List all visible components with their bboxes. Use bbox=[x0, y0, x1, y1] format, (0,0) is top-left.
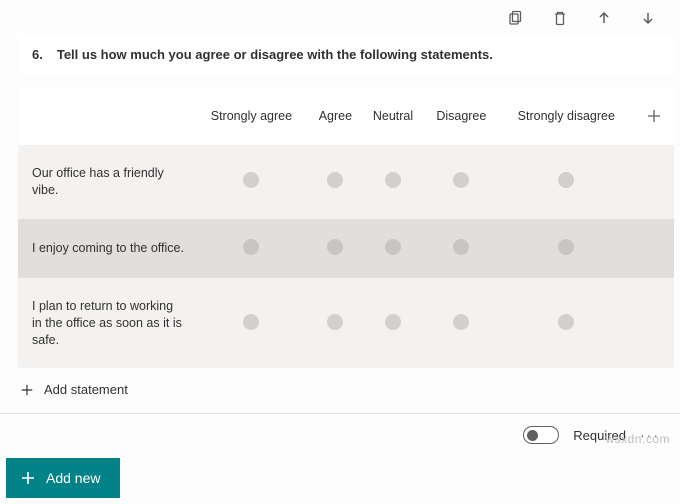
likert-radio[interactable] bbox=[385, 314, 401, 330]
likert-radio[interactable] bbox=[453, 239, 469, 255]
likert-radio[interactable] bbox=[453, 314, 469, 330]
watermark: wsxdn.com bbox=[605, 432, 670, 446]
required-toggle[interactable] bbox=[523, 426, 559, 444]
plus-icon bbox=[20, 470, 36, 486]
likert-col-header[interactable]: Disagree bbox=[424, 87, 499, 145]
likert-radio[interactable] bbox=[327, 239, 343, 255]
likert-radio[interactable] bbox=[243, 172, 259, 188]
move-up-icon[interactable] bbox=[596, 10, 612, 26]
statement-text[interactable]: I plan to return to working in the offic… bbox=[18, 278, 194, 369]
likert-radio[interactable] bbox=[453, 172, 469, 188]
likert-col-header[interactable]: Agree bbox=[309, 87, 362, 145]
add-statement-button[interactable]: Add statement bbox=[18, 368, 674, 413]
question-footer: Required ··· bbox=[0, 414, 680, 444]
likert-radio[interactable] bbox=[385, 239, 401, 255]
move-down-icon[interactable] bbox=[640, 10, 656, 26]
likert-radio[interactable] bbox=[243, 239, 259, 255]
likert-col-header[interactable]: Neutral bbox=[362, 87, 424, 145]
likert-radio[interactable] bbox=[558, 239, 574, 255]
likert-radio[interactable] bbox=[327, 172, 343, 188]
delete-icon[interactable] bbox=[552, 10, 568, 26]
likert-grid: Strongly agree Agree Neutral Disagree St… bbox=[18, 87, 674, 368]
statement-text[interactable]: Our office has a friendly vibe. bbox=[18, 145, 194, 219]
statement-text[interactable]: I enjoy coming to the office. bbox=[18, 219, 194, 278]
likert-row: I enjoy coming to the office. bbox=[18, 219, 674, 278]
question-number: 6. bbox=[32, 47, 43, 62]
likert-row: I plan to return to working in the offic… bbox=[18, 278, 674, 369]
statement-header-blank bbox=[18, 87, 194, 145]
toggle-knob bbox=[527, 430, 538, 441]
add-column-button[interactable] bbox=[643, 105, 665, 127]
question-block: 6. Tell us how much you agree or disagre… bbox=[0, 34, 680, 413]
question-header: 6. Tell us how much you agree or disagre… bbox=[18, 34, 674, 75]
likert-radio[interactable] bbox=[385, 172, 401, 188]
likert-row: Our office has a friendly vibe. bbox=[18, 145, 674, 219]
likert-radio[interactable] bbox=[327, 314, 343, 330]
question-toolbar bbox=[0, 0, 680, 34]
add-new-button[interactable]: Add new bbox=[6, 458, 120, 498]
likert-radio[interactable] bbox=[558, 314, 574, 330]
likert-col-header[interactable]: Strongly disagree bbox=[499, 87, 634, 145]
question-text[interactable]: Tell us how much you agree or disagree w… bbox=[57, 47, 660, 62]
add-statement-label: Add statement bbox=[44, 382, 128, 397]
plus-icon bbox=[20, 383, 34, 397]
copy-icon[interactable] bbox=[508, 10, 524, 26]
likert-radio[interactable] bbox=[243, 314, 259, 330]
likert-col-header[interactable]: Strongly agree bbox=[194, 87, 309, 145]
add-new-label: Add new bbox=[46, 470, 100, 486]
likert-radio[interactable] bbox=[558, 172, 574, 188]
